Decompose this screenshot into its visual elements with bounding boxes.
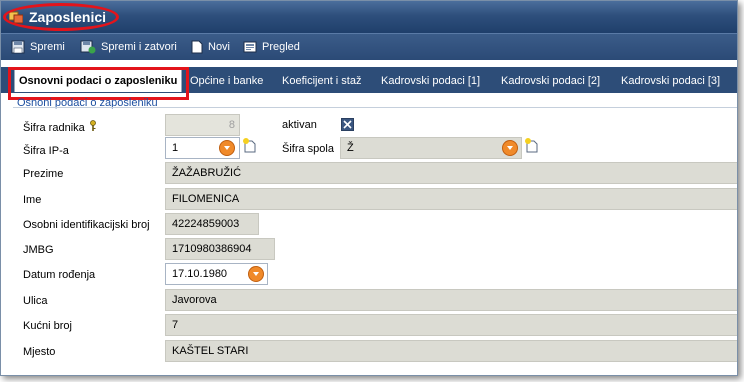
jmbg-field[interactable]: 1710980386904 [165,238,275,260]
tab-highlight-ring [8,67,189,100]
group-divider [13,107,737,108]
toolbar: Spremi Spremi i zatvori Novi Pregled [1,33,737,60]
prezime-label: Prezime [23,168,64,180]
save-close-button[interactable]: Spremi i zatvori [80,39,177,55]
check-x-icon [343,120,352,129]
ulica-label: Ulica [23,295,48,307]
kucni-broj-label: Kućni broj [23,320,72,332]
save-button[interactable]: Spremi [11,39,65,55]
sifra-spola-combo[interactable]: Ž [340,137,522,159]
oib-label: Osobni identifikacijski broj [23,219,150,231]
date-picker-button[interactable] [248,266,264,282]
ime-label: Ime [23,194,42,206]
jmbg-label: JMBG [23,244,54,256]
tab-kadrovski-1[interactable]: Kadrovski podaci [1] [377,70,484,92]
oib-field[interactable]: 42224859003 [165,213,259,235]
preview-button[interactable]: Pregled [243,39,300,55]
tab-opcine-banke[interactable]: Općine i banke [186,70,267,92]
new-label: Novi [208,41,231,53]
new-document-icon [191,40,203,54]
sifra-spola-label: Šifra spola [282,143,334,155]
tab-kadrovski-3[interactable]: Kadrovski podaci [3] [617,70,724,92]
prezime-field[interactable]: ŽAŽABRUŽIĆ [165,162,737,184]
employee-window: Zaposlenici Spremi Spremi i zatvori Novi [0,0,738,376]
sifra-radnika-field[interactable]: 8 [165,114,240,136]
floppy-disk-icon [11,40,25,54]
new-button[interactable]: Novi [191,39,230,55]
mjesto-label: Mjesto [23,346,56,358]
add-new-icon[interactable] [242,137,256,153]
ime-field[interactable]: FILOMENICA [165,188,737,210]
sifra-radnika-label: Šifra radnika [23,122,85,134]
key-icon [90,120,96,131]
floppy-disk-close-icon [80,40,96,54]
sifra-ipa-label: Šifra IP-a [23,145,69,157]
datum-rodenja-label: Datum rođenja [23,269,96,281]
tab-koeficijent-staz[interactable]: Koeficijent i staž [278,70,365,92]
add-new-icon[interactable] [524,137,538,153]
save-close-label: Spremi i zatvori [101,41,177,53]
mjesto-field[interactable]: KAŠTEL STARI [165,340,737,362]
tab-kadrovski-2[interactable]: Kadrovski podaci [2] [497,70,604,92]
preview-icon [243,41,257,53]
title-bar[interactable]: Zaposlenici [1,1,737,33]
ulica-field[interactable]: Javorova [165,289,737,311]
aktivan-checkbox[interactable] [341,118,354,131]
aktivan-label: aktivan [282,119,317,131]
title-highlight-ring [3,3,119,31]
sifra-ipa-dropdown-button[interactable] [219,140,235,156]
sifra-spola-dropdown-button[interactable] [502,140,518,156]
save-label: Spremi [30,41,65,53]
preview-label: Pregled [262,41,300,53]
kucni-broj-field[interactable]: 7 [165,314,737,336]
